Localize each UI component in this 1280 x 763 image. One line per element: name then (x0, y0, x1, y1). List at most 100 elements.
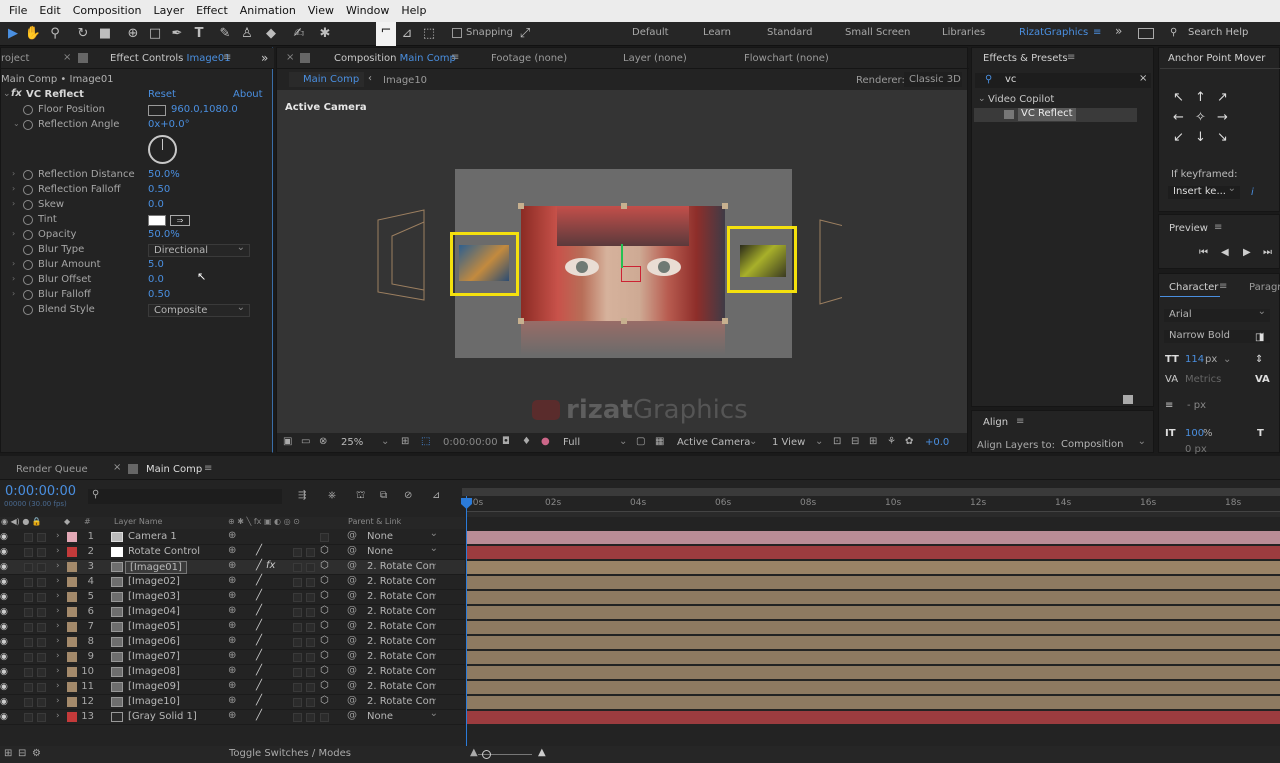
quality-switch-icon[interactable]: ╱ (256, 545, 262, 556)
adjustment-checkbox[interactable] (306, 683, 315, 692)
label-color-swatch[interactable] (67, 637, 77, 647)
pick-whip-icon[interactable]: @ (347, 665, 357, 676)
stopwatch-icon[interactable] (23, 105, 33, 115)
shy-switch-icon[interactable]: ⊕ (228, 545, 236, 556)
motion-blur-checkbox[interactable] (293, 593, 302, 602)
workspace-standard[interactable]: Standard (767, 27, 813, 38)
layer-row[interactable]: ◉ › 1 Camera 1 ⊕ @ None (0, 528, 465, 545)
panel-menu-icon[interactable]: ≡ (1214, 222, 1222, 233)
horizontal-scale-icon[interactable]: T (1257, 428, 1264, 439)
character-title[interactable]: Character (1169, 282, 1218, 293)
pen-tool-icon[interactable]: ✒ (168, 25, 186, 43)
3d-layer-icon[interactable]: ⬡ (320, 650, 329, 661)
brush-tool-icon[interactable]: ✎ (216, 25, 234, 43)
adjustment-checkbox[interactable] (306, 578, 315, 587)
workspace-learn[interactable]: Learn (703, 27, 731, 38)
subtab-image10[interactable]: Image10 (383, 75, 427, 86)
twirl-open-icon[interactable]: ⌄ (13, 119, 20, 128)
3d-layer-checkbox[interactable] (320, 533, 329, 542)
transfer-controls-icon[interactable]: ⊟ (18, 748, 26, 759)
quality-switch-icon[interactable]: ╱ (256, 620, 262, 631)
fast-previews-icon[interactable]: ⊟ (851, 436, 859, 447)
label-color-swatch[interactable] (67, 532, 77, 542)
stopwatch-icon[interactable] (23, 290, 33, 300)
lock-icon[interactable] (300, 53, 310, 63)
solo-checkbox[interactable] (24, 533, 33, 542)
lock-checkbox[interactable] (37, 563, 46, 572)
shy-switch-icon[interactable]: ⊕ (228, 695, 236, 706)
twirl-icon[interactable]: › (56, 681, 60, 691)
layer-name[interactable]: Rotate Control (128, 546, 200, 557)
layer-row[interactable]: ◉ › 8 [Image06] ⊕ ╱ ⬡ @ 2. Rotate Con (0, 633, 465, 650)
puppet-tool-icon[interactable]: ✱ (316, 25, 334, 43)
layer-name[interactable]: [Image01] (125, 561, 187, 574)
resolution-dropdown[interactable]: Full (563, 437, 580, 448)
tab-footage[interactable]: Footage (none) (491, 53, 567, 64)
layer-name[interactable]: [Gray Solid 1] (128, 711, 197, 722)
snapping-checkbox[interactable] (452, 27, 462, 38)
tsume-icon[interactable]: ⇕ (1255, 354, 1263, 365)
blur-offset-value[interactable]: 0.0 (148, 274, 164, 285)
menu-layer[interactable]: Layer (153, 0, 184, 22)
pick-whip-icon[interactable]: @ (347, 695, 357, 706)
workspace-libraries[interactable]: Libraries (942, 27, 985, 38)
font-size-value[interactable]: 114 (1185, 354, 1204, 365)
solo-checkbox[interactable] (24, 548, 33, 557)
close-tab-icon[interactable]: × (63, 52, 71, 63)
label-color-swatch[interactable] (67, 562, 77, 572)
3d-layer-icon[interactable]: ⬡ (320, 605, 329, 616)
effects-search-field[interactable]: ⚲ vc × (975, 73, 1151, 88)
color-channels-icon[interactable]: ● (541, 436, 550, 447)
anchor-bottom-right-icon[interactable]: ↘ (1217, 128, 1228, 148)
type-tool-icon[interactable]: T (190, 25, 208, 43)
visibility-eye-icon[interactable]: ◉ (0, 547, 8, 557)
solo-checkbox[interactable] (24, 593, 33, 602)
twirl-icon[interactable]: › (56, 531, 60, 541)
reflection-falloff-value[interactable]: 0.50 (148, 184, 170, 195)
handle-bottom-left[interactable] (518, 318, 524, 324)
visibility-eye-icon[interactable]: ◉ (0, 652, 8, 662)
twirl-icon[interactable]: › (12, 289, 15, 298)
solo-checkbox[interactable] (24, 563, 33, 572)
composition-viewer[interactable]: Active Camera rizat Graphics (277, 90, 967, 433)
thumbnail-image-right[interactable] (740, 245, 786, 277)
anchor-top-icon[interactable]: ↑ (1195, 88, 1206, 108)
clone-stamp-tool-icon[interactable]: ♙ (238, 25, 256, 43)
first-frame-icon[interactable]: ⏮ (1199, 247, 1208, 258)
menu-file[interactable]: File (9, 0, 27, 22)
chevron-down-icon[interactable]: ⌄ (381, 436, 389, 447)
twirl-icon[interactable]: › (56, 636, 60, 646)
adjustment-checkbox[interactable] (306, 713, 315, 722)
shape-tool-icon[interactable]: □ (146, 25, 164, 43)
stopwatch-icon[interactable] (23, 245, 33, 255)
center-image[interactable] (521, 206, 725, 321)
font-family-dropdown[interactable]: Arial (1164, 306, 1270, 322)
motion-blur-checkbox[interactable] (293, 548, 302, 557)
3d-layer-icon[interactable]: ⬡ (320, 545, 329, 556)
motion-blur-checkbox[interactable] (293, 668, 302, 677)
effect-item-row[interactable]: VC Reflect (974, 108, 1137, 122)
handle-top-right[interactable] (722, 203, 728, 209)
lock-checkbox[interactable] (37, 638, 46, 647)
anchor-top-left-icon[interactable]: ↖ (1173, 88, 1184, 108)
layer-duration-bar[interactable] (467, 636, 1280, 649)
panel-menu-icon[interactable]: ≡ (1016, 416, 1024, 427)
panel-menu-icon[interactable]: ≡ (451, 52, 459, 63)
lock-checkbox[interactable] (37, 623, 46, 632)
layer-row[interactable]: ◉ › 11 [Image09] ⊕ ╱ ⬡ @ 2. Rotate Con (0, 678, 465, 695)
effect-item-vc-reflect[interactable]: VC Reflect (1018, 108, 1076, 121)
adjustment-checkbox[interactable] (306, 608, 315, 617)
anchor-center-icon[interactable]: ✧ (1195, 108, 1206, 128)
new-folder-icon[interactable] (1123, 395, 1133, 404)
camera-view-dropdown[interactable]: Active Camera (677, 437, 750, 448)
motion-blur-icon[interactable]: ⊘ (404, 490, 412, 501)
zoom-out-icon[interactable]: ▲ (470, 747, 478, 758)
3d-layer-icon[interactable]: ⬡ (320, 665, 329, 676)
twirl-icon[interactable]: › (12, 184, 15, 193)
visibility-eye-icon[interactable]: ◉ (0, 697, 8, 707)
pick-whip-icon[interactable]: @ (347, 650, 357, 661)
align-to-dropdown[interactable]: Composition (1056, 436, 1150, 452)
lock-checkbox[interactable] (37, 608, 46, 617)
layer-name[interactable]: [Image07] (128, 651, 180, 662)
transparency-grid-icon[interactable]: ▦ (655, 436, 664, 447)
